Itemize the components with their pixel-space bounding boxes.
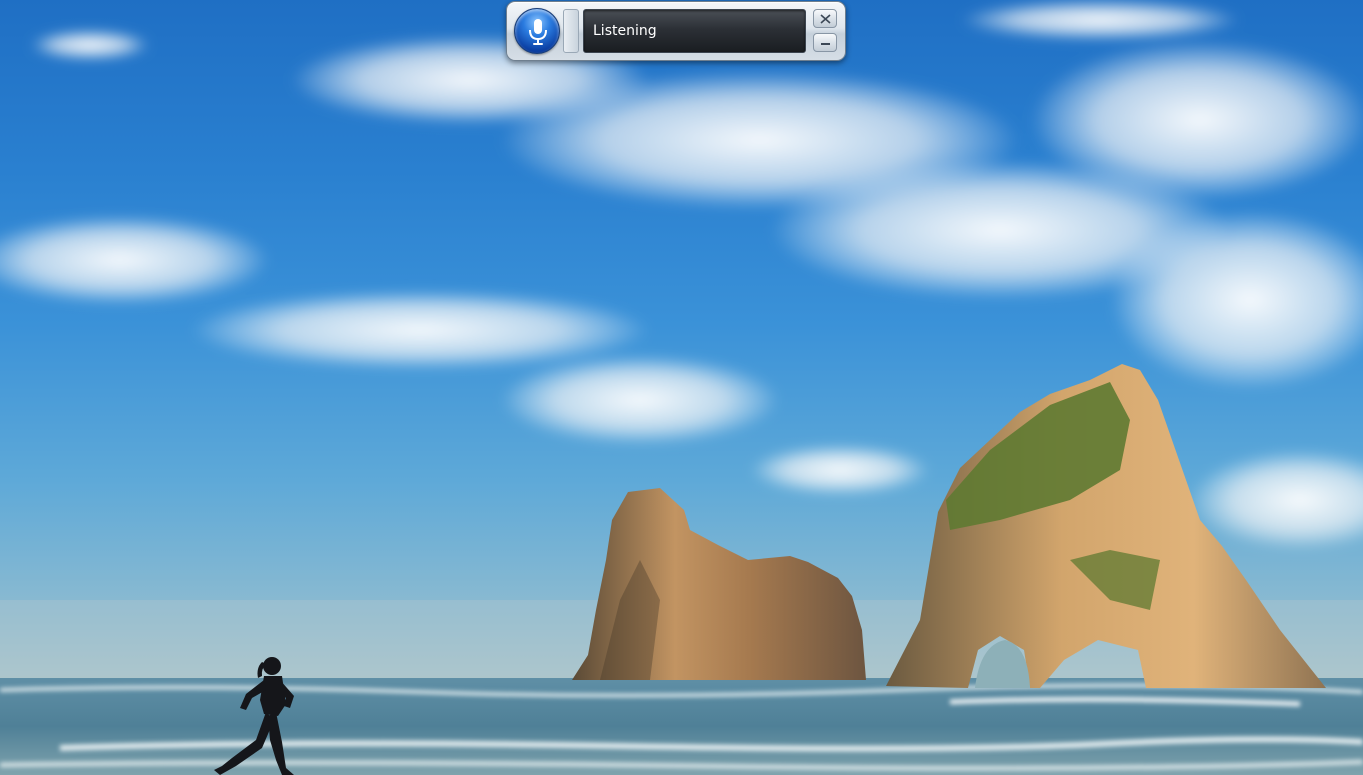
microphone-button[interactable]	[514, 8, 560, 54]
close-icon	[820, 14, 831, 24]
drag-grip[interactable]	[563, 9, 579, 53]
microphone-icon	[529, 19, 547, 45]
desktop-wallpaper	[0, 0, 1363, 775]
minimize-icon	[821, 43, 830, 45]
close-button[interactable]	[813, 9, 837, 28]
status-display: Listening	[583, 9, 806, 53]
status-text: Listening	[593, 23, 657, 39]
minimize-button[interactable]	[813, 33, 837, 52]
desktop[interactable]: Listening	[0, 0, 1363, 775]
speech-recognition-bar[interactable]: Listening	[506, 1, 846, 61]
